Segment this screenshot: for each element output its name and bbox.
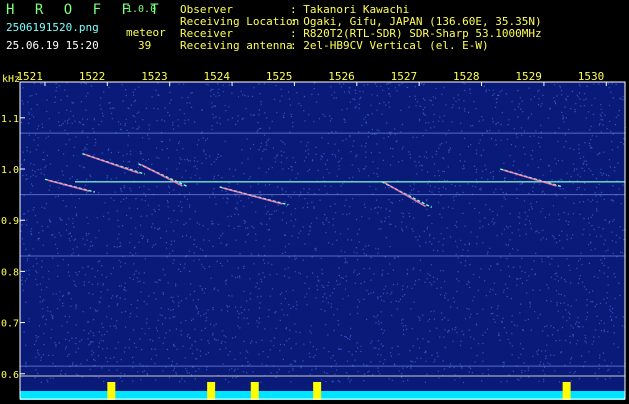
baseline-peak <box>313 382 322 400</box>
x-tick-label: 1528 <box>453 70 480 83</box>
file-name: 2506191520.png <box>6 21 99 34</box>
date-time: 25.06.19 15:20 <box>6 39 99 52</box>
meteor-label: meteor <box>126 26 166 39</box>
y-tick-label: 0.6 <box>1 370 19 381</box>
y-tick-label: 0.7 <box>1 319 19 330</box>
plot-background <box>20 82 625 400</box>
x-tick-label: 1522 <box>79 70 106 83</box>
x-tick-label: 1527 <box>391 70 418 83</box>
x-tick-label: 1526 <box>328 70 355 83</box>
spectrogram: 1521 1522 1523 1524 1525 1526 1527 1528 1529 1530… <box>1 70 627 400</box>
x-tick-label: 1523 <box>141 70 168 83</box>
x-tick-label: 1525 <box>266 70 293 83</box>
baseline-peak <box>207 382 216 400</box>
header-panel: H R O F F T 1.0.0 2506191520.png meteor … <box>0 0 629 70</box>
y-axis-unit: kHz <box>2 74 21 85</box>
y-tick-label: 1.0 <box>1 165 19 176</box>
meteor-count: 39 <box>138 39 152 52</box>
baseline-peak <box>107 382 116 400</box>
baseline-peak <box>562 382 571 400</box>
x-tick-label: 1524 <box>204 70 231 83</box>
antenna-value: : 2el-HB9CV Vertical (el. E-W) <box>290 39 489 52</box>
y-tick-label: 0.9 <box>1 216 19 227</box>
y-tick-label: 0.8 <box>1 267 19 278</box>
x-tick-label: 1529 <box>515 70 542 83</box>
y-tick-label: 1.1 <box>1 114 19 125</box>
x-tick-label: 1521 <box>16 70 43 83</box>
spectrogram-panel: 1521 1522 1523 1524 1525 1526 1527 1528 1529 1530… <box>0 70 629 400</box>
app-version: 1.0.0 <box>126 4 157 15</box>
antenna-key: Receiving antenna <box>180 39 293 52</box>
baseline-peak <box>250 382 259 400</box>
x-tick-label: 1530 <box>578 70 605 83</box>
